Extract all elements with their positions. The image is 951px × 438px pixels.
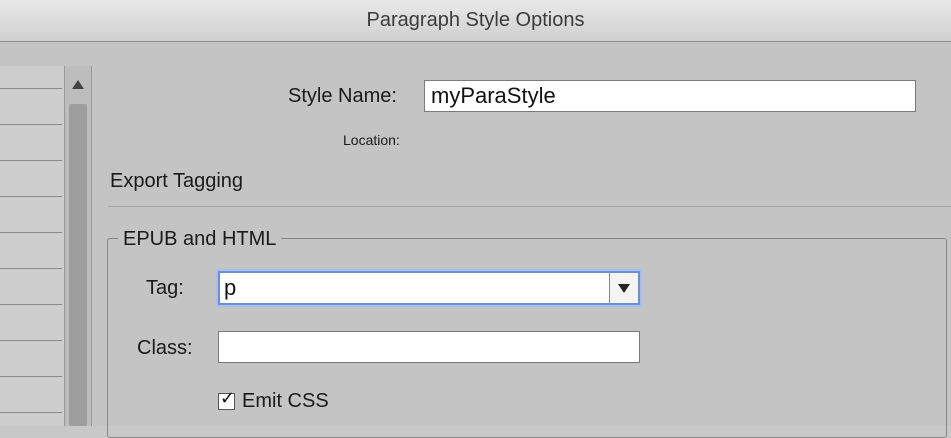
class-label: Class:: [137, 337, 193, 359]
list-item[interactable]: [0, 268, 62, 269]
list-item[interactable]: [0, 304, 62, 305]
window-titlebar: Paragraph Style Options: [0, 0, 951, 42]
tag-label: Tag:: [146, 277, 184, 299]
list-item[interactable]: [0, 376, 62, 377]
list-item[interactable]: [0, 412, 62, 413]
group-title-epub-html: EPUB and HTML: [118, 228, 282, 251]
list-item[interactable]: [0, 124, 62, 125]
section-heading-export-tagging: Export Tagging: [110, 170, 244, 192]
style-name-label: Style Name:: [288, 85, 397, 107]
window-title: Paragraph Style Options: [366, 9, 585, 31]
style-name-input[interactable]: [424, 80, 916, 112]
emit-css-checkbox[interactable]: ✓: [218, 388, 235, 410]
list-item[interactable]: [0, 196, 62, 197]
checkmark-icon: ✓: [220, 388, 236, 409]
list-item[interactable]: [0, 232, 62, 233]
emit-css-label[interactable]: Emit CSS: [242, 390, 329, 413]
tag-value: p: [224, 275, 237, 300]
chevron-down-icon: [618, 284, 630, 293]
category-list[interactable]: [0, 66, 64, 426]
tag-dropdown-button[interactable]: [609, 273, 638, 303]
class-input[interactable]: [218, 331, 640, 363]
list-item[interactable]: [0, 160, 62, 161]
section-divider: [108, 206, 951, 207]
list-item[interactable]: [0, 88, 62, 89]
location-label: Location:: [343, 132, 400, 148]
scroll-thumb[interactable]: [69, 104, 87, 426]
scroll-up-icon[interactable]: [72, 80, 84, 89]
tag-dropdown[interactable]: p: [218, 271, 640, 305]
list-scrollbar[interactable]: [64, 66, 92, 426]
list-item[interactable]: [0, 340, 62, 341]
